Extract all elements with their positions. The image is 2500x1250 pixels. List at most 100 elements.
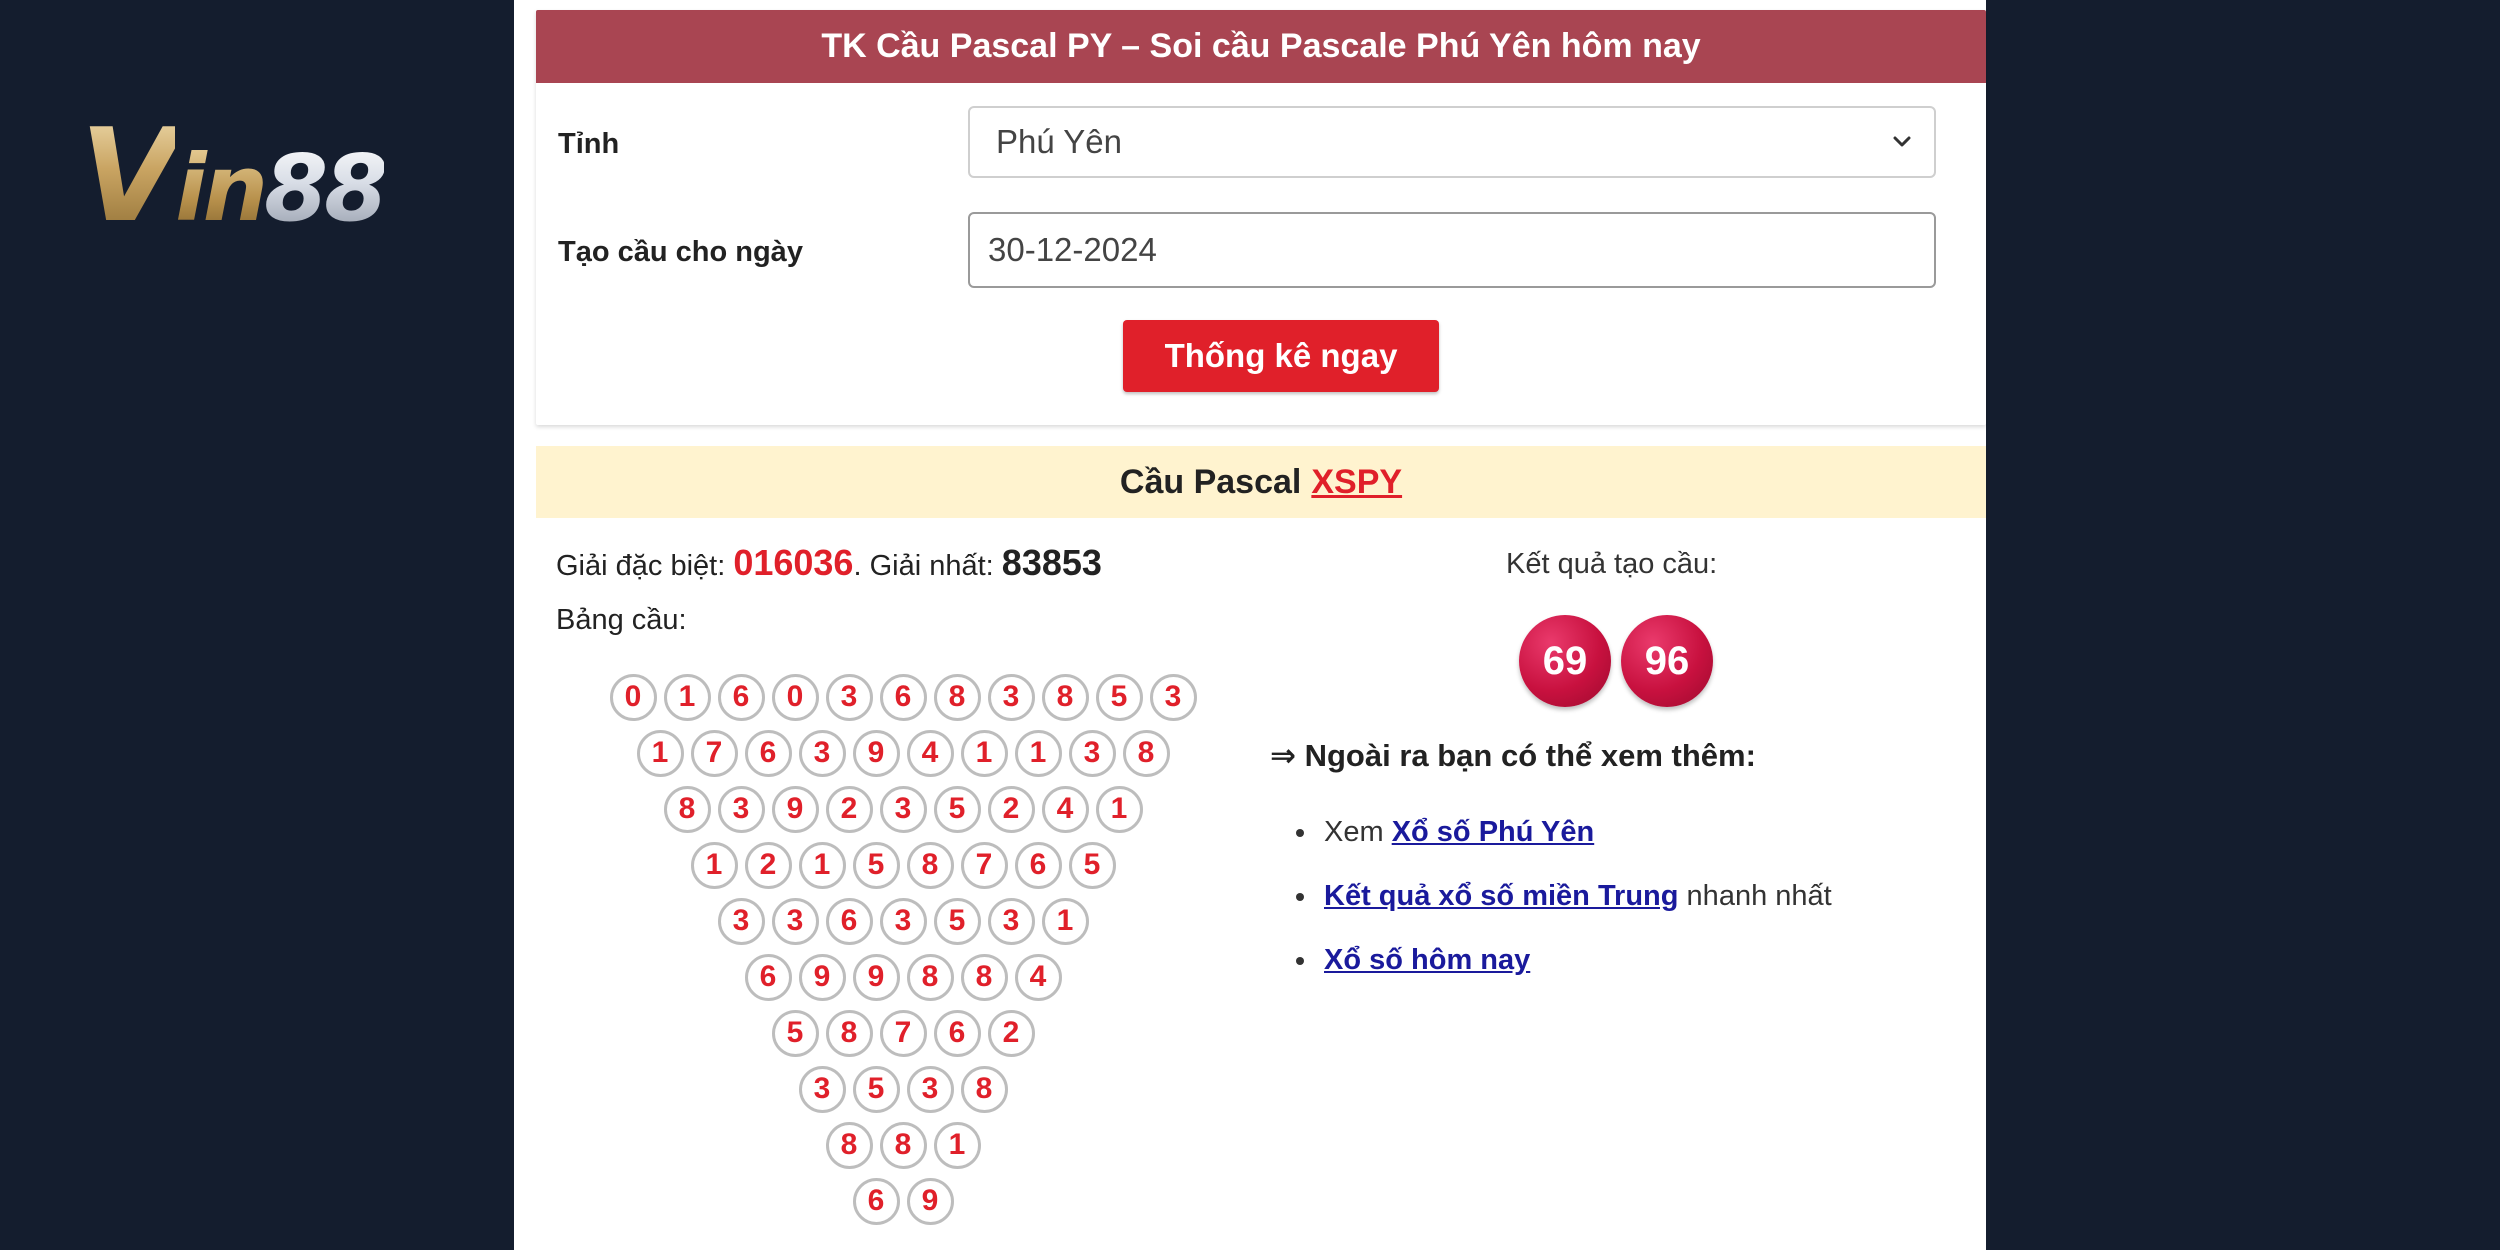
- vin88-logo[interactable]: Vin88: [80, 112, 450, 243]
- pascal-cell: 8: [1122, 729, 1170, 777]
- pascal-cell: 3: [717, 897, 765, 945]
- link-ket-qua-mien-trung[interactable]: Kết quả xổ số miền Trung: [1324, 880, 1679, 912]
- prize-line: Giải đặc biệt: 016036. Giải nhất: 83853: [556, 542, 1102, 584]
- submit-button[interactable]: Thống kê ngay: [1123, 320, 1439, 392]
- pascal-cell: 9: [852, 953, 900, 1001]
- pascal-cell: 6: [717, 673, 765, 721]
- chevron-down-icon: [1893, 136, 1911, 147]
- pascal-cell: 9: [771, 785, 819, 833]
- pascal-cell: 3: [1068, 729, 1116, 777]
- pascal-cell: 5: [852, 841, 900, 889]
- pascal-cell: 8: [933, 673, 981, 721]
- pascal-cell: 0: [609, 673, 657, 721]
- date-label: Tạo cầu cho ngày: [558, 236, 803, 268]
- list-item: Kết quả xổ số miền Trung nhanh nhất: [1296, 864, 1832, 928]
- pascal-cell: 5: [933, 897, 981, 945]
- main-content: TK Cầu Pascal PY – Soi cầu Pascale Phú Y…: [514, 0, 1986, 1250]
- pascal-cell: 2: [825, 785, 873, 833]
- pascal-cell: 3: [1149, 673, 1197, 721]
- pascal-cell: 5: [771, 1009, 819, 1057]
- pascal-cell: 1: [690, 841, 738, 889]
- pascal-cell: 4: [1041, 785, 1089, 833]
- pascal-cell: 4: [1014, 953, 1062, 1001]
- pascal-cell: 0: [771, 673, 819, 721]
- item-suffix: nhanh nhất: [1678, 880, 1832, 912]
- province-select[interactable]: Phú Yên: [968, 106, 1936, 178]
- logo-88: 88: [264, 135, 388, 242]
- pascal-cell: 5: [933, 785, 981, 833]
- special-prize-label: Giải đặc biệt:: [556, 550, 726, 582]
- pascal-cell: 9: [852, 729, 900, 777]
- more-links-list: Xem Xổ số Phú Yên Kết quả xổ số miền Tru…: [1296, 800, 1832, 992]
- pascal-cell: 1: [933, 1121, 981, 1169]
- pascal-cell: 1: [798, 841, 846, 889]
- pascal-cell: 2: [987, 1009, 1035, 1057]
- logo-v: V: [80, 102, 179, 251]
- link-xo-so-hom-nay[interactable]: Xổ số hôm nay: [1324, 944, 1530, 976]
- pascal-cell: 8: [825, 1009, 873, 1057]
- list-item: Xem Xổ số Phú Yên: [1296, 800, 1832, 864]
- pascal-cell: 3: [987, 673, 1035, 721]
- link-xo-so-phu-yen[interactable]: Xổ số Phú Yên: [1392, 816, 1595, 848]
- pascal-cell: 1: [1095, 785, 1143, 833]
- pascal-cell: 1: [636, 729, 684, 777]
- pascal-cell: 8: [906, 953, 954, 1001]
- first-prize-label: Giải nhất:: [869, 550, 994, 582]
- outcome-ball: 69: [1519, 615, 1611, 707]
- pascal-cell: 8: [1041, 673, 1089, 721]
- pascal-cell: 8: [663, 785, 711, 833]
- pascal-cell: 4: [906, 729, 954, 777]
- pascal-cell: 3: [879, 785, 927, 833]
- list-item: Xổ số hôm nay: [1296, 928, 1832, 992]
- pascal-cell: 3: [798, 1065, 846, 1113]
- pascal-cell: 6: [825, 897, 873, 945]
- pascal-cell: 1: [1041, 897, 1089, 945]
- pascal-cell: 7: [690, 729, 738, 777]
- province-label: Tỉnh: [558, 128, 620, 160]
- pascal-cell: 8: [879, 1121, 927, 1169]
- pascal-cell: 9: [906, 1177, 954, 1225]
- pascal-cell: 6: [879, 673, 927, 721]
- pascal-cell: 7: [879, 1009, 927, 1057]
- pascal-cell: 8: [825, 1121, 873, 1169]
- pascal-cell: 6: [744, 729, 792, 777]
- outcome-ball: 96: [1621, 615, 1713, 707]
- pascal-cell: 1: [1014, 729, 1062, 777]
- result-title: Cầu Pascal: [1119, 462, 1302, 501]
- pascal-cell: 5: [1095, 673, 1143, 721]
- pascal-cell: 3: [906, 1065, 954, 1113]
- pascal-cell: 5: [852, 1065, 900, 1113]
- pascal-cell: 6: [852, 1177, 900, 1225]
- pascal-cell: 6: [1014, 841, 1062, 889]
- pascal-cell: 3: [717, 785, 765, 833]
- pascal-cell: 7: [960, 841, 1008, 889]
- pascal-cell: 3: [798, 729, 846, 777]
- more-title: ⇒ Ngoài ra bạn có thể xem thêm:: [1270, 738, 1756, 773]
- pascal-cell: 3: [987, 897, 1035, 945]
- pascal-cell: 5: [1068, 841, 1116, 889]
- pascal-cell: 3: [825, 673, 873, 721]
- result-banner: Cầu Pascal XSPY: [536, 446, 1986, 518]
- special-prize-value: 016036: [733, 542, 854, 583]
- pascal-cell: 2: [987, 785, 1035, 833]
- pascal-table-label: Bảng cầu:: [556, 604, 687, 636]
- pascal-cell: 6: [744, 953, 792, 1001]
- pascal-cell: 8: [906, 841, 954, 889]
- date-input[interactable]: [968, 212, 1936, 288]
- pascal-cell: 1: [663, 673, 711, 721]
- pascal-cell: 8: [960, 953, 1008, 1001]
- search-form-card: TK Cầu Pascal PY – Soi cầu Pascale Phú Y…: [536, 10, 1986, 425]
- outcome-label: Kết quả tạo cầu:: [1506, 548, 1718, 580]
- xspy-link[interactable]: XSPY: [1311, 463, 1402, 502]
- pascal-cell: 9: [798, 953, 846, 1001]
- logo-in: in: [175, 135, 268, 242]
- form-title: TK Cầu Pascal PY – Soi cầu Pascale Phú Y…: [536, 10, 1986, 83]
- pascal-cell: 2: [744, 841, 792, 889]
- item-prefix: Xem: [1324, 816, 1392, 848]
- pascal-cell: 1: [960, 729, 1008, 777]
- pascal-cell: 3: [771, 897, 819, 945]
- pascal-cell: 3: [879, 897, 927, 945]
- pascal-cell: 8: [960, 1065, 1008, 1113]
- prize-separator: .: [853, 550, 862, 582]
- province-select-value: Phú Yên: [996, 123, 1123, 160]
